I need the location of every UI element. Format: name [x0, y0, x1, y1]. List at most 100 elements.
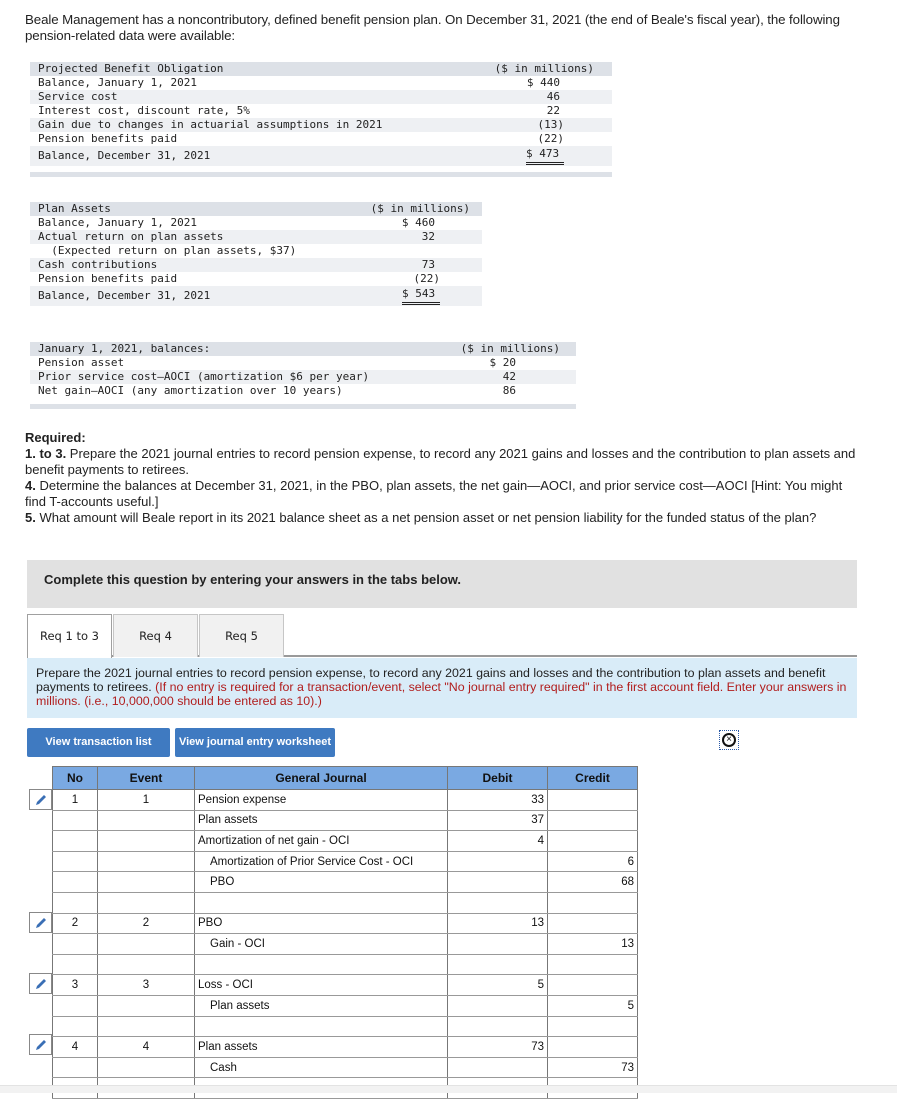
credit-cell[interactable]: 73	[547, 1057, 638, 1079]
debit-cell[interactable]	[447, 1016, 548, 1038]
view-transaction-list-button[interactable]: View transaction list	[27, 728, 170, 757]
account-cell[interactable]	[194, 954, 448, 976]
account-cell[interactable]: Gain - OCI	[194, 933, 448, 955]
edit-entry-3-button[interactable]	[29, 973, 52, 994]
event-number	[97, 933, 195, 955]
journal-row: Amortization of Prior Service Cost - OCI…	[52, 851, 638, 873]
credit-cell[interactable]	[547, 974, 638, 996]
balances-row: Pension asset $ 20	[38, 356, 516, 369]
entry-number	[52, 871, 98, 893]
journal-row: 2 2 PBO 13	[52, 913, 638, 935]
debit-cell[interactable]	[447, 892, 548, 914]
journal-row: PBO 68	[52, 871, 638, 893]
event-number: 2	[97, 913, 195, 935]
debit-cell[interactable]	[447, 871, 548, 893]
pbo-header: Projected Benefit Obligation ($ in milli…	[30, 62, 612, 76]
entry-number	[52, 1057, 98, 1079]
event-number	[97, 810, 195, 832]
credit-cell[interactable]	[547, 1036, 638, 1058]
required-item: 4. Determine the balances at December 31…	[25, 478, 843, 509]
journal-row: 3 3 Loss - OCI 5	[52, 974, 638, 996]
debit-cell[interactable]	[447, 851, 548, 873]
debit-cell[interactable]: 33	[447, 789, 548, 811]
requirement-tabs: Req 1 to 3 Req 4 Req 5	[27, 614, 857, 659]
entry-number	[52, 954, 98, 976]
event-number: 1	[97, 789, 195, 811]
credit-cell[interactable]	[547, 913, 638, 935]
debit-cell[interactable]: 5	[447, 974, 548, 996]
event-number	[97, 1016, 195, 1038]
credit-cell[interactable]	[547, 830, 638, 852]
account-cell[interactable]: PBO	[194, 871, 448, 893]
event-number	[97, 871, 195, 893]
plan-assets-row: (Expected return on plan assets, $37)	[38, 244, 297, 257]
pbo-title: Projected Benefit Obligation	[38, 62, 224, 75]
account-cell[interactable]: Plan assets	[194, 810, 448, 832]
balances-header: January 1, 2021, balances: ($ in million…	[30, 342, 576, 356]
account-cell[interactable]: Plan assets	[194, 1036, 448, 1058]
debit-cell[interactable]	[447, 954, 548, 976]
pencil-icon	[36, 1040, 46, 1050]
credit-cell[interactable]: 6	[547, 851, 638, 873]
journal-row: Plan assets 5	[52, 995, 638, 1017]
debit-cell[interactable]: 13	[447, 913, 548, 935]
pencil-icon	[36, 918, 46, 928]
entry-number: 4	[52, 1036, 98, 1058]
tab-req-4[interactable]: Req 4	[113, 614, 198, 657]
balances-table: January 1, 2021, balances: ($ in million…	[30, 342, 576, 409]
page-bottom-strip	[0, 1085, 897, 1093]
header-general-journal: General Journal	[194, 766, 448, 790]
entry-number	[52, 995, 98, 1017]
view-journal-entry-worksheet-button[interactable]: View journal entry worksheet	[175, 728, 335, 757]
account-cell[interactable]: Amortization of net gain - OCI	[194, 830, 448, 852]
debit-cell[interactable]	[447, 1057, 548, 1079]
tab-req-1-to-3[interactable]: Req 1 to 3	[27, 614, 112, 659]
account-cell[interactable]: Plan assets	[194, 995, 448, 1017]
credit-cell[interactable]	[547, 789, 638, 811]
debit-cell[interactable]: 4	[447, 830, 548, 852]
account-cell[interactable]: PBO	[194, 913, 448, 935]
complete-question-banner: Complete this question by entering your …	[27, 560, 857, 608]
close-circle-icon: ×	[722, 733, 736, 747]
journal-row: Plan assets 37	[52, 810, 638, 832]
credit-cell[interactable]	[547, 810, 638, 832]
event-number	[97, 995, 195, 1017]
account-cell[interactable]: Cash	[194, 1057, 448, 1079]
journal-row	[52, 954, 638, 976]
required-item: 5. What amount will Beale report in its …	[25, 510, 817, 525]
entry-number: 2	[52, 913, 98, 935]
credit-cell[interactable]: 13	[547, 933, 638, 955]
edit-entry-2-button[interactable]	[29, 912, 52, 933]
journal-row: Cash 73	[52, 1057, 638, 1079]
debit-cell[interactable]: 73	[447, 1036, 548, 1058]
debit-cell[interactable]	[447, 995, 548, 1017]
credit-cell[interactable]	[547, 892, 638, 914]
instructions-panel: Prepare the 2021 journal entries to reco…	[27, 658, 857, 718]
tab-req-5[interactable]: Req 5	[199, 614, 284, 657]
debit-cell[interactable]	[447, 933, 548, 955]
account-cell[interactable]	[194, 892, 448, 914]
plan-assets-row: Actual return on plan assets 32	[30, 230, 482, 244]
account-cell[interactable]: Pension expense	[194, 789, 448, 811]
entry-number: 3	[52, 974, 98, 996]
event-number	[97, 954, 195, 976]
entry-number	[52, 892, 98, 914]
entry-number	[52, 810, 98, 832]
plan-assets-row: Balance, January 1, 2021 $ 460	[38, 216, 435, 229]
balances-row: Net gain—AOCI (any amortization over 10 …	[38, 384, 516, 397]
edit-entry-1-button[interactable]	[29, 789, 52, 810]
credit-cell[interactable]	[547, 1016, 638, 1038]
required-item: 1. to 3. Prepare the 2021 journal entrie…	[25, 446, 856, 477]
account-cell[interactable]: Loss - OCI	[194, 974, 448, 996]
account-cell[interactable]: Amortization of Prior Service Cost - OCI	[194, 851, 448, 873]
account-cell[interactable]	[194, 1016, 448, 1038]
credit-cell[interactable]: 68	[547, 871, 638, 893]
credit-cell[interactable]: 5	[547, 995, 638, 1017]
debit-cell[interactable]: 37	[447, 810, 548, 832]
journal-row: 4 4 Plan assets 73	[52, 1036, 638, 1058]
clear-entries-button[interactable]: ×	[719, 730, 739, 750]
edit-entry-4-button[interactable]	[29, 1034, 52, 1055]
pbo-row: Gain due to changes in actuarial assumpt…	[30, 118, 612, 132]
credit-cell[interactable]	[547, 954, 638, 976]
header-event: Event	[97, 766, 195, 790]
